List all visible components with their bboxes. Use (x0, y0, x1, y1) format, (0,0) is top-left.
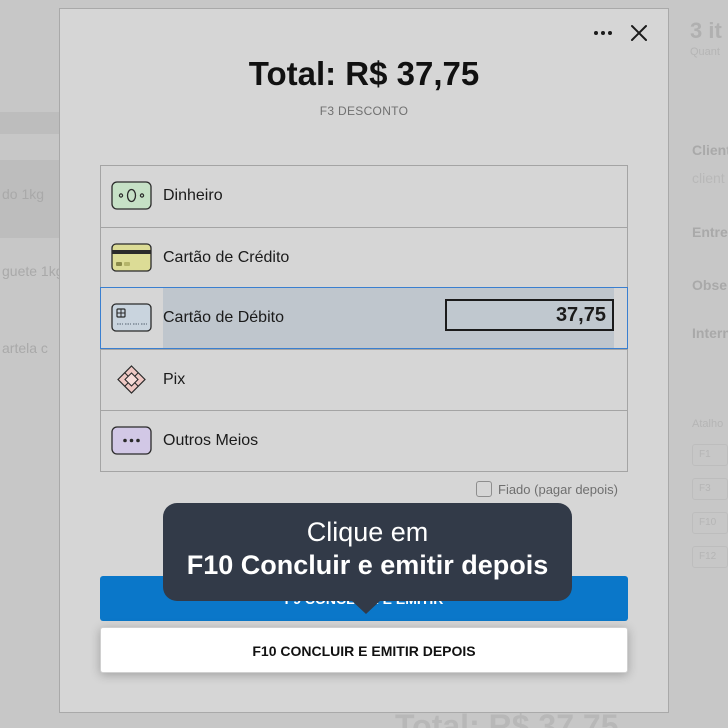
hint-tooltip: Clique em F10 Concluir e emitir depois (163, 503, 572, 614)
finish-and-emit-later-button[interactable]: F10 CONCLUIR E EMITIR DEPOIS (100, 627, 628, 673)
payment-method-label: Cartão de Crédito (163, 249, 290, 266)
bg-item: guete 1kg (2, 263, 64, 279)
cash-icon (111, 181, 152, 210)
bg-field-label: Entre (692, 224, 728, 240)
debit-card-icon (111, 303, 152, 332)
bg-row-band (0, 112, 60, 134)
tooltip-line2: F10 Concluir e emitir depois (186, 550, 549, 580)
debit-amount-input[interactable]: 37,75 (445, 299, 614, 331)
discount-button[interactable]: F3 DESCONTO (60, 104, 668, 118)
tooltip-arrow (351, 600, 381, 614)
bg-shortcuts-title: Atalho (692, 418, 724, 430)
payment-method-pix[interactable]: Pix (101, 349, 627, 410)
bg-shortcut: F3 (692, 478, 728, 500)
payment-methods-list: Dinheiro Cartão de Crédito Cartão de Déb… (100, 165, 628, 472)
bg-item-count: 3 it (690, 18, 722, 43)
bg-item: artela c (2, 340, 48, 356)
payment-method-debito[interactable]: Cartão de Débito 37,75 (100, 287, 628, 349)
fiado-checkbox[interactable] (476, 481, 492, 497)
more-icon (111, 426, 152, 455)
payment-method-label: Dinheiro (163, 187, 223, 204)
bg-shortcut: F12 (692, 546, 728, 568)
payment-method-label: Cartão de Débito (163, 309, 284, 326)
order-total: Total: R$ 37,75 (248, 55, 480, 92)
bg-field-label: Client (692, 142, 728, 158)
tooltip-line1: Clique em (306, 517, 429, 547)
payment-method-outros[interactable]: Outros Meios (101, 410, 627, 471)
fiado-label: Fiado (pagar depois) (498, 481, 618, 497)
payment-method-label: Outros Meios (163, 432, 259, 449)
payment-method-dinheiro[interactable]: Dinheiro (101, 166, 627, 227)
credit-card-icon (111, 243, 152, 272)
fiado-option[interactable]: Fiado (pagar depois) (476, 481, 618, 497)
pix-icon (117, 365, 146, 394)
bg-shortcut: F10 (692, 512, 728, 534)
bg-item-count-sub: Quant (690, 46, 720, 58)
bg-field-label: Intern (692, 325, 728, 341)
close-icon[interactable] (628, 22, 650, 44)
bg-field-value: client (692, 170, 725, 186)
bg-shortcut: F1 (692, 444, 728, 466)
payment-method-label: Pix (163, 371, 186, 388)
bg-field-label: Obse (692, 277, 728, 293)
more-options-icon[interactable] (592, 25, 614, 41)
bg-item: do 1kg (2, 186, 45, 202)
payment-method-credito[interactable]: Cartão de Crédito (101, 227, 627, 288)
